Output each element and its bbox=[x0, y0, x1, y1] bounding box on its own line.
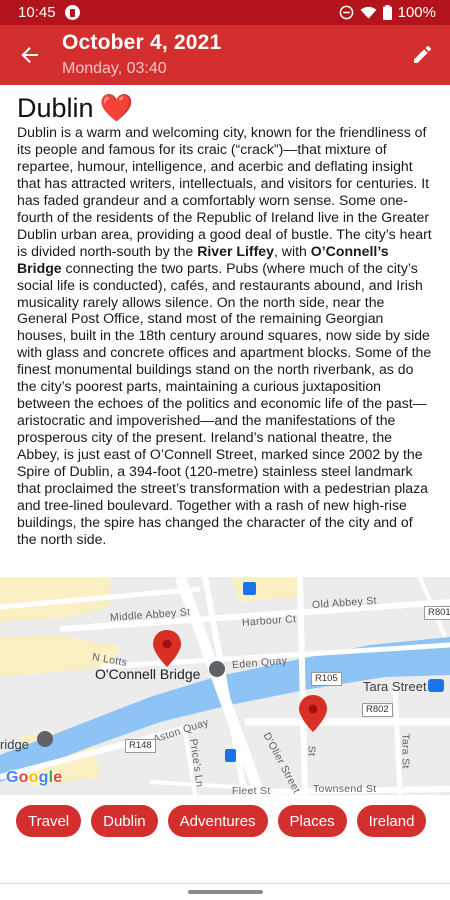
entry-title-text: Dublin bbox=[17, 92, 94, 123]
entry-body: Dublin is a warm and welcoming city, kno… bbox=[17, 124, 435, 548]
map-label-st: St bbox=[305, 745, 318, 757]
entry-body-text: Dublin is a warm and welcoming city, kno… bbox=[17, 124, 432, 259]
landmark-icon bbox=[37, 731, 53, 747]
entry-body-text: , with bbox=[273, 242, 311, 259]
tag-chip[interactable]: Adventures bbox=[167, 805, 268, 837]
app-notification-icon bbox=[64, 5, 80, 20]
map-label-oconnell-bridge: O'Connell Bridge bbox=[95, 666, 201, 682]
status-time: 10:45 bbox=[18, 4, 56, 21]
google-logo: Google bbox=[6, 769, 63, 786]
wifi-icon bbox=[360, 6, 377, 19]
pencil-icon bbox=[414, 46, 431, 63]
status-bar: 10:45 100% bbox=[0, 0, 450, 25]
transit-icon bbox=[225, 749, 236, 762]
map-label-tara-side: Tara St bbox=[399, 733, 412, 769]
entry-title: Dublin ❤️ bbox=[17, 92, 133, 124]
train-station-icon bbox=[428, 679, 444, 692]
tag-chip[interactable]: Dublin bbox=[91, 805, 158, 837]
road-badge-r801: R801 bbox=[424, 606, 450, 620]
map-label-bridge: ridge bbox=[0, 737, 29, 752]
heart-emoji: ❤️ bbox=[99, 93, 134, 123]
app-bar: October 4, 2021 Monday, 03:40 bbox=[0, 25, 450, 85]
status-icons: 100% bbox=[339, 4, 436, 21]
tag-chip[interactable]: Ireland bbox=[356, 805, 427, 837]
landmark-icon bbox=[209, 661, 225, 677]
do-not-disturb-icon bbox=[339, 5, 353, 20]
nav-divider bbox=[0, 883, 450, 884]
battery-percentage: 100% bbox=[397, 4, 436, 21]
page-title: October 4, 2021 bbox=[62, 31, 222, 54]
tag-chip[interactable]: Travel bbox=[16, 805, 82, 837]
bus-stop-icon bbox=[243, 582, 256, 595]
road-badge-r148: R148 bbox=[125, 739, 156, 753]
gesture-nav-handle[interactable] bbox=[188, 890, 263, 894]
road-badge-r802: R802 bbox=[362, 703, 393, 717]
road-badge-r105: R105 bbox=[311, 672, 342, 686]
map-label-fleet: Fleet St bbox=[232, 785, 271, 795]
back-button[interactable] bbox=[12, 37, 48, 73]
battery-icon bbox=[382, 5, 392, 20]
map-label-tara-street: Tara Street bbox=[363, 679, 427, 694]
edit-button[interactable] bbox=[404, 37, 440, 73]
tag-list: Travel Dublin Adventures Places Ireland bbox=[16, 805, 427, 837]
arrow-back-icon bbox=[21, 47, 38, 63]
tag-chip[interactable]: Places bbox=[277, 805, 347, 837]
location-map[interactable]: Middle Abbey St Harbour Ct Old Abbey St … bbox=[0, 577, 450, 795]
page-subtitle: Monday, 03:40 bbox=[62, 60, 167, 77]
entry-body-bold-river: River Liffey bbox=[197, 242, 274, 259]
map-label-townsend: Townsend St bbox=[313, 783, 377, 795]
entry-body-text: connecting the two parts. Pubs (where mu… bbox=[17, 259, 432, 547]
